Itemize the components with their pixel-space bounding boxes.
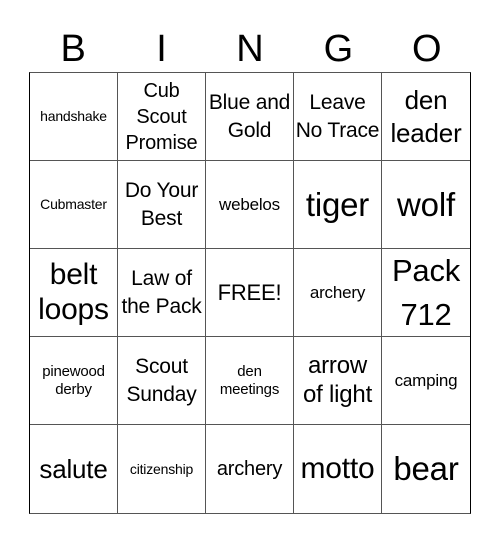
bingo-cell[interactable]: den leader	[382, 73, 470, 161]
bingo-header: B I N G O	[29, 26, 471, 72]
header-letter-o: O	[411, 28, 442, 70]
bingo-cell[interactable]: belt loops	[30, 249, 118, 337]
bingo-cell[interactable]: Do Your Best	[118, 161, 206, 249]
bingo-cell[interactable]: Blue and Gold	[206, 73, 294, 161]
header-letter-g: G	[323, 28, 354, 70]
bingo-cell[interactable]: webelos	[206, 161, 294, 249]
bingo-cell[interactable]: Cubmaster	[30, 161, 118, 249]
bingo-cell[interactable]: citizenship	[118, 425, 206, 513]
bingo-cell[interactable]: handshake	[30, 73, 118, 161]
bingo-grid: handshake Cub Scout Promise Blue and Gol…	[29, 72, 471, 514]
bingo-cell[interactable]: Leave No Trace	[294, 73, 382, 161]
bingo-cell[interactable]: camping	[382, 337, 470, 425]
bingo-cell[interactable]: wolf	[382, 161, 470, 249]
header-letter-i: I	[156, 28, 167, 70]
bingo-cell[interactable]: pinewood derby	[30, 337, 118, 425]
free-space[interactable]: FREE!	[206, 249, 294, 337]
bingo-cell[interactable]: den meetings	[206, 337, 294, 425]
bingo-cell[interactable]: Scout Sunday	[118, 337, 206, 425]
bingo-cell[interactable]: archery	[206, 425, 294, 513]
bingo-cell[interactable]: tiger	[294, 161, 382, 249]
bingo-cell[interactable]: bear	[382, 425, 470, 513]
bingo-cell[interactable]: motto	[294, 425, 382, 513]
header-letter-b: B	[60, 28, 86, 70]
bingo-cell[interactable]: Cub Scout Promise	[118, 73, 206, 161]
bingo-cell[interactable]: Pack 712	[382, 249, 470, 337]
bingo-cell[interactable]: archery	[294, 249, 382, 337]
bingo-cell[interactable]: arrow of light	[294, 337, 382, 425]
bingo-cell[interactable]: Law of the Pack	[118, 249, 206, 337]
header-letter-n: N	[236, 28, 264, 70]
bingo-cell[interactable]: salute	[30, 425, 118, 513]
